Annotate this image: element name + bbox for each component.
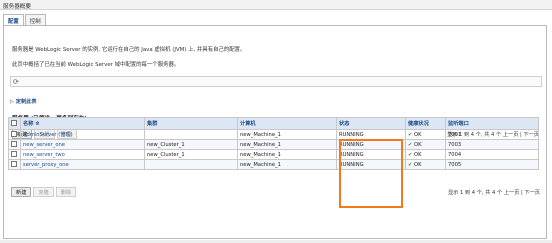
server-name-link[interactable]: AdminServer (管理)	[20, 129, 145, 140]
cluster-cell: new_Cluster_1	[144, 149, 238, 160]
tab-configuration[interactable]: 配置	[3, 14, 24, 25]
column-header-health[interactable]: 健康状况	[405, 117, 446, 130]
listen-port-cell: 7003	[445, 139, 539, 150]
delete-button[interactable]: 删除	[55, 187, 77, 197]
description-line-2: 此页中概括了已在当前 WebLogic Server 域中配置的每一个服务器。	[12, 62, 180, 68]
column-header-state[interactable]: 状态	[336, 117, 406, 130]
refresh-icon[interactable]: ⟳	[13, 78, 19, 86]
health-cell: ✔ OK	[405, 129, 446, 140]
listen-port-cell: 7004	[445, 149, 539, 160]
state-cell: RUNNING	[336, 129, 406, 140]
column-header-listen-port[interactable]: 监听端口	[445, 117, 539, 130]
refresh-bar: ⟳	[10, 76, 542, 87]
health-text: OK	[414, 131, 422, 138]
check-icon: ✔	[408, 161, 413, 168]
server-name-link[interactable]: server_proxy_one	[20, 159, 145, 170]
cluster-cell: new_Cluster_1	[144, 139, 238, 150]
listen-port-cell: 7005	[445, 159, 539, 170]
machine-cell: new_Machine_1	[237, 129, 337, 140]
machine-cell: new_Machine_1	[237, 159, 337, 170]
machine-cell: new_Machine_1	[237, 149, 337, 160]
servers-table: 名称 ⟰ 集群 计算机 状态 健康状况 监听端口 AdminServer (管理…	[8, 117, 539, 170]
column-header-name[interactable]: 名称 ⟰	[20, 117, 145, 130]
listen-port-cell: 7001	[445, 129, 539, 140]
tab-bar: 配置 控制	[3, 14, 47, 25]
health-cell: ✔ OK	[405, 159, 446, 170]
health-text: OK	[414, 141, 422, 148]
table-row: new_server_two new_Cluster_1 new_Machine…	[8, 149, 539, 160]
row-checkbox[interactable]	[8, 149, 21, 160]
server-name-link[interactable]: new_server_two	[20, 149, 145, 160]
health-text: OK	[414, 161, 422, 168]
health-cell: ✔ OK	[405, 149, 446, 160]
check-icon: ✔	[408, 141, 413, 148]
table-row: AdminServer (管理) new_Machine_1 RUNNING ✔…	[8, 129, 539, 140]
column-header-cluster[interactable]: 集群	[144, 117, 238, 130]
state-cell: RUNNING	[336, 149, 406, 160]
cluster-cell	[144, 159, 238, 170]
window-title: 服务器概要	[0, 0, 552, 10]
health-text: OK	[414, 151, 422, 158]
server-name-link[interactable]: new_server_one	[20, 139, 145, 150]
state-cell: RUNNING	[336, 139, 406, 150]
pagination-bottom[interactable]: 显示 1 到 4 个, 共 4 个 上一页 | 下一页	[448, 189, 540, 196]
tab-control[interactable]: 控制	[24, 14, 46, 25]
customize-table-link[interactable]: ▷ 定制此表	[10, 98, 37, 105]
state-cell: RUNNING	[336, 159, 406, 170]
cluster-cell	[144, 129, 238, 140]
table-row: server_proxy_one new_Machine_1 RUNNING ✔…	[8, 159, 539, 170]
select-all-checkbox[interactable]	[8, 117, 21, 130]
check-icon: ✔	[408, 131, 413, 138]
button-bar-bottom: 新建 克隆 删除	[11, 187, 78, 197]
row-checkbox[interactable]	[8, 129, 21, 140]
new-button[interactable]: 新建	[11, 187, 32, 197]
row-checkbox[interactable]	[8, 159, 21, 170]
table-header-row: 名称 ⟰ 集群 计算机 状态 健康状况 监听端口	[8, 117, 539, 130]
table-row: new_server_one new_Cluster_1 new_Machine…	[8, 139, 539, 150]
row-checkbox[interactable]	[8, 139, 21, 150]
machine-cell: new_Machine_1	[237, 139, 337, 150]
clone-button[interactable]: 克隆	[33, 187, 54, 197]
description-line-1: 服务器是 WebLogic Server 的实例, 它运行在自己的 Java 虚…	[12, 47, 246, 53]
column-header-machine[interactable]: 计算机	[237, 117, 337, 130]
check-icon: ✔	[408, 151, 413, 158]
health-cell: ✔ OK	[405, 139, 446, 150]
